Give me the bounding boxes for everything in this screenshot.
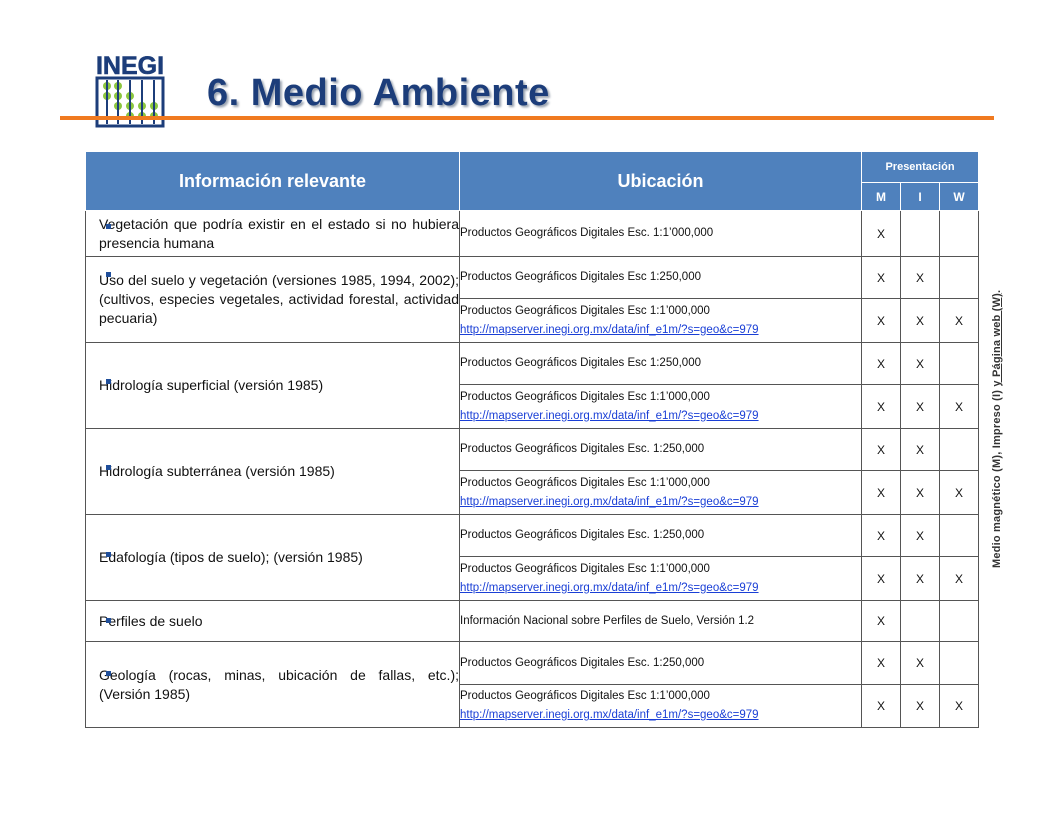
info-cell: Perfiles de suelo	[85, 600, 460, 642]
mark-m: X	[861, 600, 901, 642]
info-cell: Uso del suelo y vegetación (versiones 19…	[85, 256, 460, 343]
mark-m: X	[861, 470, 901, 515]
info-cell: Hidrología subterránea (versión 1985)	[85, 428, 460, 515]
mark-w: X	[938, 384, 980, 429]
col-w-header: W	[938, 182, 980, 211]
col-presentacion-header: Presentación	[860, 151, 980, 183]
info-cell: Hidrología superficial (versión 1985)	[85, 342, 460, 429]
mapserver-link[interactable]: http://mapserver.inegi.org.mx/data/inf_e…	[460, 582, 759, 594]
col-info-header: Información relevante	[85, 151, 460, 211]
bullet-icon	[106, 224, 111, 229]
mark-m: X	[861, 428, 901, 471]
mark-w	[938, 342, 980, 385]
ubicacion-cell: Productos Geográficos Digitales Esc. 1:2…	[459, 641, 862, 685]
col-m-header: M	[861, 182, 901, 211]
ubicacion-cell: Información Nacional sobre Perfiles de S…	[459, 600, 862, 642]
mark-w	[938, 641, 980, 685]
table-row: Geología (rocas, minas, ubicación de fal…	[85, 641, 980, 728]
bullet-icon	[106, 552, 111, 557]
mark-i: X	[900, 256, 940, 299]
ubicacion-cell: Productos Geográficos Digitales Esc 1:25…	[459, 256, 862, 299]
mapserver-link[interactable]: http://mapserver.inegi.org.mx/data/inf_e…	[460, 324, 759, 336]
mark-m: X	[861, 342, 901, 385]
bullet-icon	[106, 618, 111, 623]
mark-i: X	[900, 428, 940, 471]
info-cell: Edafología (tipos de suelo); (versión 19…	[85, 514, 460, 601]
bullet-icon	[106, 272, 111, 277]
ubicacion-cell: Productos Geográficos Digitales Esc 1:25…	[459, 342, 862, 385]
ubicacion-cell: Productos Geográficos Digitales Esc. 1:2…	[459, 428, 862, 471]
table-row: Edafología (tipos de suelo); (versión 19…	[85, 514, 980, 601]
mark-m: X	[861, 684, 901, 728]
mark-i	[900, 600, 940, 642]
page-title: 6. Medio Ambiente	[207, 72, 550, 114]
ubicacion-cell: Productos Geográficos Digitales Esc. 1:2…	[459, 514, 862, 557]
ubicacion-cell: Productos Geográficos Digitales Esc 1:1’…	[459, 470, 862, 515]
mark-i: X	[900, 556, 940, 601]
mark-i	[900, 210, 940, 257]
info-cell: Geología (rocas, minas, ubicación de fal…	[85, 641, 460, 728]
mapserver-link[interactable]: http://mapserver.inegi.org.mx/data/inf_e…	[460, 410, 759, 422]
table-row: Uso del suelo y vegetación (versiones 19…	[85, 256, 980, 343]
mark-m: X	[861, 641, 901, 685]
mapserver-link[interactable]: http://mapserver.inegi.org.mx/data/inf_e…	[460, 709, 759, 721]
mark-m: X	[861, 256, 901, 299]
mark-m: X	[861, 298, 901, 343]
bullet-icon	[106, 671, 111, 676]
ubicacion-cell: Productos Geográficos Digitales Esc 1:1’…	[459, 298, 862, 343]
table-row: Perfiles de suelo Información Nacional s…	[85, 600, 980, 642]
environment-table: Información relevante Ubicación Presenta…	[85, 151, 980, 728]
mark-w	[938, 600, 980, 642]
mark-w: X	[938, 298, 980, 343]
mark-i: X	[900, 470, 940, 515]
mark-i: X	[900, 384, 940, 429]
mark-w	[938, 210, 980, 257]
table-row: Hidrología superficial (versión 1985) Pr…	[85, 342, 980, 429]
mark-w	[938, 256, 980, 299]
mark-m: X	[861, 210, 901, 257]
mark-m: X	[861, 384, 901, 429]
presentation-legend-note: Medio magnético (M), Impreso (I) y Págin…	[991, 289, 1003, 568]
col-ubicacion-header: Ubicación	[459, 151, 862, 211]
mark-m: X	[861, 514, 901, 557]
mark-w: X	[938, 470, 980, 515]
title-underline	[60, 116, 994, 120]
bullet-icon	[106, 465, 111, 470]
mark-i: X	[900, 684, 940, 728]
info-cell: Vegetación que podría existir en el esta…	[85, 210, 460, 257]
col-i-header: I	[900, 182, 940, 211]
table-row: Hidrología subterránea (versión 1985) Pr…	[85, 428, 980, 515]
mark-w: X	[938, 684, 980, 728]
mark-w	[938, 428, 980, 471]
ubicacion-cell: Productos Geográficos Digitales Esc 1:1’…	[459, 684, 862, 728]
mark-m: X	[861, 556, 901, 601]
ubicacion-cell: Productos Geográficos Digitales Esc 1:1’…	[459, 384, 862, 429]
mark-i: X	[900, 514, 940, 557]
table-row: Vegetación que podría existir en el esta…	[85, 210, 980, 257]
ubicacion-cell: Productos Geográficos Digitales Esc. 1:1…	[459, 210, 862, 257]
inegi-logo-text: INEGI	[96, 52, 164, 80]
bullet-icon	[106, 379, 111, 384]
mark-w	[938, 514, 980, 557]
mapserver-link[interactable]: http://mapserver.inegi.org.mx/data/inf_e…	[460, 496, 759, 508]
mark-i: X	[900, 298, 940, 343]
mark-i: X	[900, 641, 940, 685]
mark-w: X	[938, 556, 980, 601]
ubicacion-cell: Productos Geográficos Digitales Esc 1:1’…	[459, 556, 862, 601]
mark-i: X	[900, 342, 940, 385]
